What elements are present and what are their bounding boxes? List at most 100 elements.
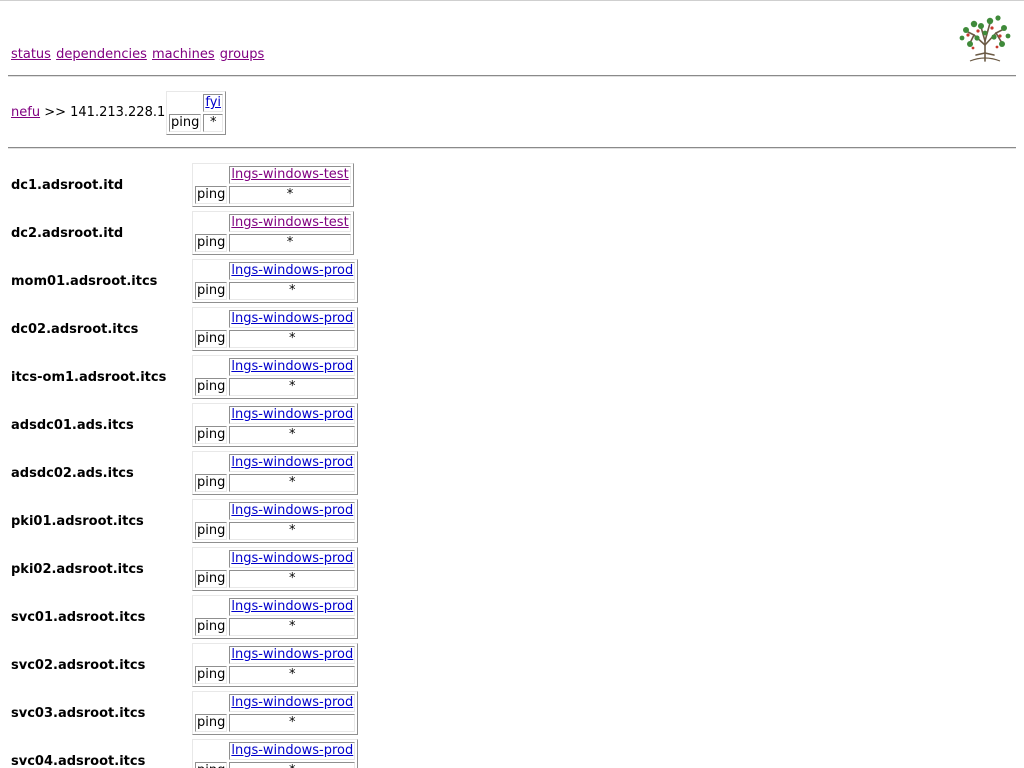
host-service-cell: ping [195, 666, 228, 684]
host-row: pki01.adsroot.itcs lngs-windows-prod ping * [0, 499, 1024, 547]
host-name: pki02.adsroot.itcs [11, 562, 144, 577]
breadcrumb-separator: >> [44, 105, 66, 120]
host-status-cell: * [229, 330, 356, 348]
host-group-link[interactable]: lngs-windows-prod [231, 407, 353, 422]
host-service-table: lngs-windows-prodping* [192, 499, 359, 543]
nav-dependencies-link[interactable]: dependencies [56, 47, 147, 62]
host-group-link[interactable]: lngs-windows-prod [231, 359, 353, 374]
host-group-link[interactable]: lngs-windows-prod [231, 503, 353, 518]
summary-group-cell: fyi [203, 94, 224, 112]
host-group-cell: lngs-windows-prod [229, 262, 356, 280]
host-group-link[interactable]: lngs-windows-test [231, 167, 348, 182]
host-group-link[interactable]: lngs-windows-prod [231, 311, 353, 326]
host-row: svc02.adsroot.itcs lngs-windows-prod ping * [0, 643, 1024, 691]
nav-groups-link[interactable]: groups [220, 47, 265, 62]
host-status-cell: * [229, 666, 356, 684]
breadcrumb: nefu >> 141.213.228.1 [11, 105, 165, 120]
host-group-link[interactable]: lngs-windows-prod [231, 551, 353, 566]
host-service-cell: ping [195, 282, 228, 300]
host-service-cell: ping [195, 714, 228, 732]
host-row: adsdc02.ads.itcs lngs-windows-prod ping * [0, 451, 1024, 499]
host-row: mom01.adsroot.itcs lngs-windows-prod ping * [0, 259, 1024, 307]
host-group-link[interactable]: lngs-windows-prod [231, 743, 353, 758]
host-service-cell: ping [195, 378, 228, 396]
host-name: itcs-om1.adsroot.itcs [11, 370, 167, 385]
host-row: dc1.adsroot.itd lngs-windows-test ping * [0, 163, 1024, 211]
summary-table: fyi ping * [166, 91, 227, 135]
host-service-table: lngs-windows-prodping* [192, 595, 359, 639]
host-name: svc03.adsroot.itcs [11, 706, 146, 721]
host-status-cell: * [229, 714, 356, 732]
host-group-cell: lngs-windows-prod [229, 406, 356, 424]
host-group-cell: lngs-windows-test [229, 214, 351, 232]
breadcrumb-root-link[interactable]: nefu [11, 105, 40, 120]
host-status-cell: * [229, 426, 356, 444]
host-service-table: lngs-windows-prodping* [192, 643, 359, 687]
host-service-table: lngs-windows-prodping* [192, 691, 359, 735]
host-status-cell: * [229, 378, 356, 396]
host-group-cell: lngs-windows-prod [229, 550, 356, 568]
host-name: pki01.adsroot.itcs [11, 514, 144, 529]
host-service-table: lngs-windows-test ping * [192, 163, 354, 207]
page: status dependencies machines groups nefu… [0, 0, 1024, 768]
host-group-cell: lngs-windows-prod [229, 742, 356, 760]
host-service-cell: ping [195, 426, 228, 444]
host-status-cell: * [229, 618, 356, 636]
host-row: svc03.adsroot.itcs lngs-windows-prod ping * [0, 691, 1024, 739]
summary-service-cell: ping [169, 114, 202, 132]
host-status-cell: * [229, 762, 356, 768]
nav-status-link[interactable]: status [11, 47, 51, 62]
host-group-cell: lngs-windows-prod [229, 694, 356, 712]
host-name: dc2.adsroot.itd [11, 226, 124, 241]
divider [8, 147, 1016, 149]
host-group-link[interactable]: lngs-windows-prod [231, 695, 353, 710]
host-group-cell: lngs-windows-prod [229, 598, 356, 616]
host-service-cell: ping [195, 234, 228, 252]
host-group-cell: lngs-windows-prod [229, 646, 356, 664]
host-row: itcs-om1.adsroot.itcs lngs-windows-prod pi… [0, 355, 1024, 403]
host-service-cell: ping [195, 522, 228, 540]
host-status-cell: * [229, 186, 351, 204]
host-group-cell: lngs-windows-prod [229, 358, 356, 376]
host-group-link[interactable]: lngs-windows-test [231, 215, 348, 230]
host-service-table: lngs-windows-prodping* [192, 355, 359, 399]
top-nav: status dependencies machines groups [11, 47, 265, 62]
divider [8, 75, 1016, 77]
host-service-table: lngs-windows-test ping * [192, 211, 354, 255]
host-group-cell: lngs-windows-prod [229, 310, 356, 328]
host-name: svc02.adsroot.itcs [11, 658, 146, 673]
host-name: dc1.adsroot.itd [11, 178, 124, 193]
nav-machines-link[interactable]: machines [152, 47, 215, 62]
host-service-cell: ping [195, 618, 228, 636]
host-service-cell: ping [195, 570, 228, 588]
host-row: adsdc01.ads.itcs lngs-windows-prod ping * [0, 403, 1024, 451]
breadcrumb-ip: 141.213.228.1 [70, 105, 166, 120]
host-service-table: lngs-windows-prodping* [192, 307, 359, 351]
summary-group-link[interactable]: fyi [205, 95, 221, 110]
host-group-cell: lngs-windows-prod [229, 502, 356, 520]
host-row: dc2.adsroot.itd lngs-windows-test ping * [0, 211, 1024, 259]
host-service-table: lngs-windows-prodping* [192, 403, 359, 447]
host-group-link[interactable]: lngs-windows-prod [231, 647, 353, 662]
host-name: adsdc02.ads.itcs [11, 466, 134, 481]
host-name: svc01.adsroot.itcs [11, 610, 146, 625]
host-status-cell: * [229, 474, 356, 492]
host-service-table: lngs-windows-prodping* [192, 259, 359, 303]
host-row: svc01.adsroot.itcs lngs-windows-prod ping * [0, 595, 1024, 643]
tree-icon [959, 15, 1011, 62]
host-group-link[interactable]: lngs-windows-prod [231, 263, 353, 278]
host-name: mom01.adsroot.itcs [11, 274, 158, 289]
host-service-cell: ping [195, 474, 228, 492]
host-group-cell: lngs-windows-test [229, 166, 351, 184]
host-row: svc04.adsroot.itcs lngs-windows-prodping* [0, 739, 1024, 768]
host-group-link[interactable]: lngs-windows-prod [231, 599, 353, 614]
host-status-cell: * [229, 570, 356, 588]
host-service-table: lngs-windows-prodping* [192, 451, 359, 495]
host-name: svc04.adsroot.itcs [11, 754, 146, 768]
host-status-cell: * [229, 282, 356, 300]
host-status-cell: * [229, 522, 356, 540]
host-service-cell: ping [195, 762, 228, 768]
host-group-link[interactable]: lngs-windows-prod [231, 455, 353, 470]
host-group-cell: lngs-windows-prod [229, 454, 356, 472]
host-service-cell: ping [195, 330, 228, 348]
